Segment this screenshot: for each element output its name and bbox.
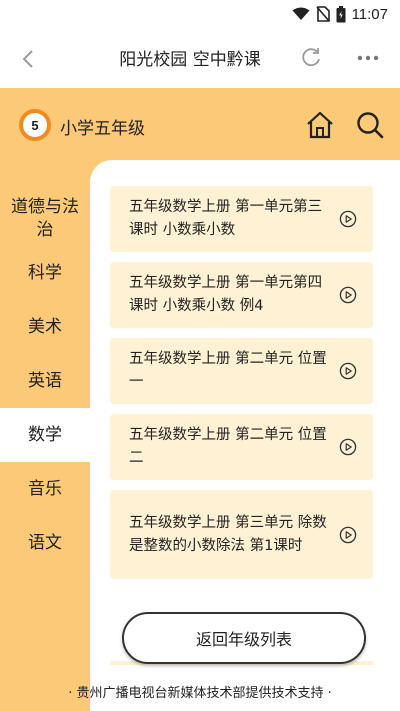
sidebar-item-music[interactable]: 音乐	[0, 462, 90, 516]
grade-header: 5 小学五年级	[0, 88, 400, 160]
wifi-icon	[292, 7, 310, 20]
lesson-title: 五年级数学上册 第二单元 位置 一	[129, 351, 327, 390]
subject-sidebar: 道德与法治 科学 美术 英语 数学 音乐 语文	[0, 192, 90, 570]
play-circle-icon[interactable]	[339, 438, 357, 456]
sidebar-item-morality[interactable]: 道德与法治	[0, 192, 90, 246]
no-sim-icon	[315, 6, 330, 22]
refresh-icon[interactable]	[298, 45, 324, 71]
play-circle-icon[interactable]	[339, 526, 357, 544]
sidebar-item-label: 美术	[28, 316, 62, 337]
app-bar: 阳光校园 空中黔课	[0, 28, 400, 88]
sidebar-item-label: 音乐	[28, 478, 62, 499]
sidebar-item-math[interactable]: 数学	[0, 408, 90, 462]
lesson-title: 五年级数学上册 第一单元第三课时 小数乘小数	[129, 199, 323, 238]
footer-credit: · 贵州广播电视台新媒体技术部提供技术支持 ·	[68, 686, 332, 701]
sidebar-item-label: 道德与法治	[11, 197, 79, 240]
search-icon[interactable]	[355, 110, 385, 140]
play-circle-icon[interactable]	[339, 362, 357, 380]
status-icons: 11:07	[292, 4, 388, 24]
lesson-item[interactable]: 五年级数学上册 第一单元第四课时 小数乘小数 例4	[110, 262, 373, 328]
status-time: 11:07	[351, 5, 388, 23]
grade-badge: 5	[19, 109, 51, 141]
sidebar-item-label: 科学	[28, 262, 62, 283]
sidebar-item-art[interactable]: 美术	[0, 300, 90, 354]
app-title: 阳光校园 空中黔课	[119, 50, 261, 70]
back-to-grade-list-button[interactable]: 返回年级列表	[122, 612, 366, 664]
home-icon[interactable]	[305, 110, 335, 140]
play-circle-icon[interactable]	[339, 210, 357, 228]
sidebar-item-label: 语文	[28, 532, 62, 553]
lesson-item[interactable]: 五年级数学上册 第三单元 除数是整数的小数除法 第1课时	[110, 490, 373, 579]
lesson-title: 五年级数学上册 第二单元 位置 二	[129, 427, 327, 466]
battery-icon	[336, 5, 346, 22]
sidebar-item-science[interactable]: 科学	[0, 246, 90, 300]
lesson-item[interactable]: 五年级数学上册 第一单元第三课时 小数乘小数	[110, 186, 373, 252]
play-circle-icon[interactable]	[339, 286, 357, 304]
sidebar-item-label: 英语	[28, 370, 62, 391]
lesson-list: 五年级数学上册 第一单元第三课时 小数乘小数 五年级数学上册 第一单元第四课时 …	[110, 186, 373, 589]
grade-title: 小学五年级	[60, 119, 145, 139]
lesson-title: 五年级数学上册 第三单元 除数是整数的小数除法 第1课时	[129, 514, 327, 554]
more-icon[interactable]	[354, 45, 382, 71]
sidebar-item-chinese[interactable]: 语文	[0, 516, 90, 570]
lesson-item[interactable]: 五年级数学上册 第二单元 位置 二	[110, 414, 373, 480]
lesson-item[interactable]: 五年级数学上册 第二单元 位置 一	[110, 338, 373, 404]
sidebar-item-english[interactable]: 英语	[0, 354, 90, 408]
sidebar-item-label: 数学	[28, 424, 62, 445]
status-bar: 11:07	[0, 0, 400, 28]
lesson-title: 五年级数学上册 第一单元第四课时 小数乘小数 例4	[129, 275, 323, 314]
